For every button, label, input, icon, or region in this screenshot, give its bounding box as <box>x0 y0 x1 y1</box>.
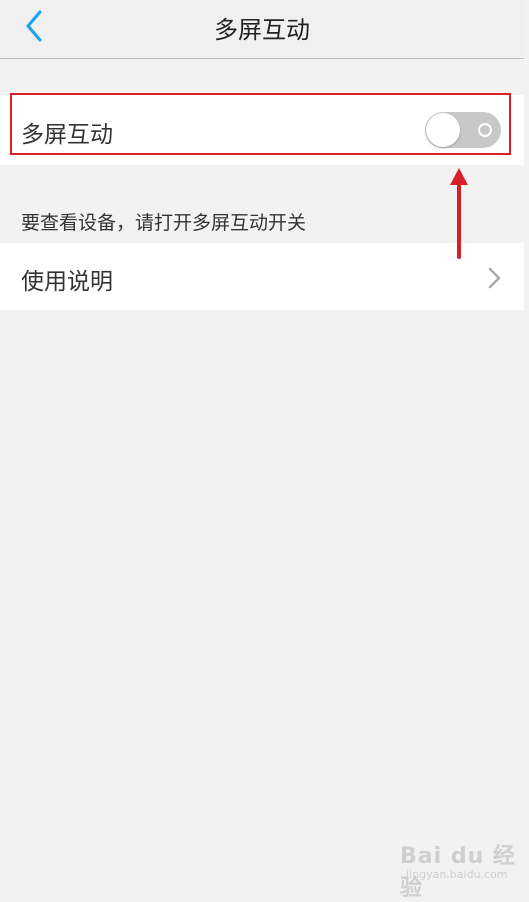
watermark-url: jingyan.baidu.com <box>406 868 508 881</box>
header-bar: 多屏互动 <box>0 0 524 59</box>
annotation-highlight-box <box>10 93 511 155</box>
usage-instructions-label: 使用说明 <box>21 269 113 295</box>
page-title: 多屏互动 <box>214 16 310 44</box>
chevron-right-icon <box>488 267 501 289</box>
usage-instructions-row[interactable]: 使用说明 <box>0 243 524 310</box>
annotation-arrow-icon <box>450 168 468 259</box>
hint-text: 要查看设备，请打开多屏互动开关 <box>21 212 307 234</box>
